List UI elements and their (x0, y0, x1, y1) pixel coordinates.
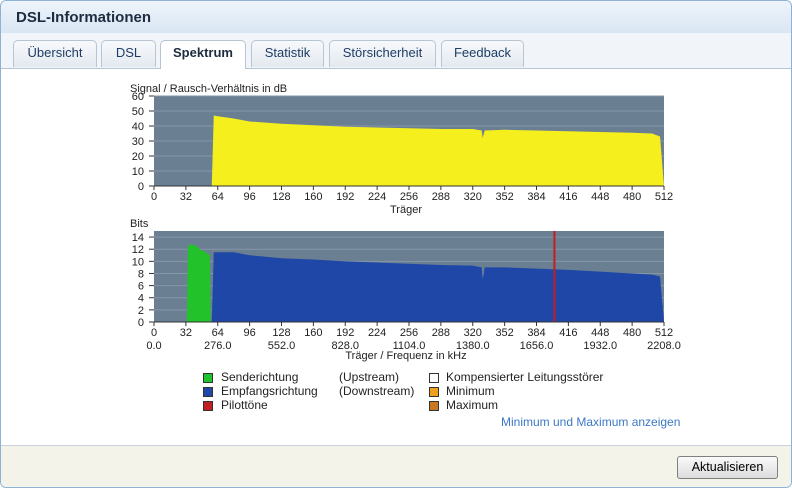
y-tick-label: 50 (132, 106, 144, 118)
x-tick-label: 384 (527, 327, 545, 339)
x-tick-label: 320 (464, 191, 482, 203)
legend-swatch-min (429, 387, 439, 397)
freq-tick-label: 552.0 (268, 340, 296, 352)
y-tick-label: 10 (132, 256, 144, 268)
y-tick-label: 0 (138, 181, 144, 193)
y-tick-label: 20 (132, 151, 144, 163)
x-tick-label: 64 (212, 327, 224, 339)
freq-tick-label: 1932.0 (583, 340, 617, 352)
legend-recv-dir: (Downstream) (339, 384, 415, 398)
y-tick-label: 4 (138, 293, 144, 305)
legend-send-dir: (Upstream) (339, 370, 400, 384)
y-tick-label: 6 (138, 281, 144, 293)
x-tick-label: 352 (495, 327, 513, 339)
legend-swatch-max (429, 401, 439, 411)
x-tick-label: 32 (180, 191, 192, 203)
y-tick-label: 2 (138, 305, 144, 317)
y-tick-label: 30 (132, 136, 144, 148)
x-tick-label: 288 (432, 327, 450, 339)
y-tick-label: 14 (132, 232, 144, 244)
x-tick-label: 512 (655, 191, 673, 203)
freq-tick-label: 2208.0 (647, 340, 681, 352)
x-tick-label: 96 (244, 191, 256, 203)
freq-tick-label: 0.0 (146, 340, 161, 352)
y-tick-label: 10 (132, 166, 144, 178)
x-tick-label: 160 (304, 327, 322, 339)
bits-xlabel: Träger / Frequenz in kHz (345, 350, 466, 362)
x-tick-label: 480 (623, 327, 641, 339)
x-tick-label: 0 (151, 327, 157, 339)
x-tick-label: 448 (591, 327, 609, 339)
y-tick-label: 8 (138, 268, 144, 280)
legend-max: Maximum (446, 398, 499, 412)
legend-swatch-send (203, 373, 213, 383)
x-tick-label: 192 (336, 191, 354, 203)
x-tick-label: 96 (244, 327, 256, 339)
legend-send: Senderichtung (221, 370, 299, 384)
snr-xlabel: Träger (390, 204, 422, 216)
y-tick-label: 12 (132, 244, 144, 256)
x-tick-label: 512 (655, 327, 673, 339)
x-tick-label: 224 (368, 327, 386, 339)
x-tick-label: 32 (180, 327, 192, 339)
x-tick-label: 416 (559, 327, 577, 339)
x-tick-label: 0 (151, 191, 157, 203)
legend-comp: Kompensierter Leitungsstörer (446, 370, 604, 384)
x-tick-label: 480 (623, 191, 641, 203)
legend-swatch-comp (429, 373, 439, 383)
x-tick-label: 288 (432, 191, 450, 203)
x-tick-label: 352 (495, 191, 513, 203)
upstream-area (186, 244, 211, 322)
show-min-max-link[interactable]: Minimum und Maximum anzeigen (501, 415, 680, 429)
x-tick-label: 416 (559, 191, 577, 203)
freq-tick-label: 1656.0 (520, 340, 554, 352)
legend-min: Minimum (446, 384, 495, 398)
refresh-button[interactable]: Aktualisieren (677, 456, 778, 479)
x-tick-label: 192 (336, 327, 354, 339)
x-tick-label: 256 (400, 191, 418, 203)
legend-swatch-pilot (203, 401, 213, 411)
freq-tick-label: 276.0 (204, 340, 232, 352)
x-tick-label: 128 (272, 191, 290, 203)
x-tick-label: 320 (464, 327, 482, 339)
x-tick-label: 224 (368, 191, 386, 203)
x-tick-label: 384 (527, 191, 545, 203)
legend-recv: Empfangsrichtung (221, 384, 318, 398)
snr-ylabel: Signal / Rausch-Verhältnis in dB (130, 83, 287, 95)
y-tick-label: 40 (132, 121, 144, 133)
bits-ylabel: Bits (130, 218, 149, 230)
y-tick-label: 60 (132, 91, 144, 103)
y-tick-label: 0 (138, 317, 144, 329)
x-tick-label: 448 (591, 191, 609, 203)
x-tick-label: 128 (272, 327, 290, 339)
legend-swatch-recv (203, 387, 213, 397)
x-tick-label: 160 (304, 191, 322, 203)
x-tick-label: 64 (212, 191, 224, 203)
legend-pilot: Pilottöne (221, 398, 268, 412)
x-tick-label: 256 (400, 327, 418, 339)
